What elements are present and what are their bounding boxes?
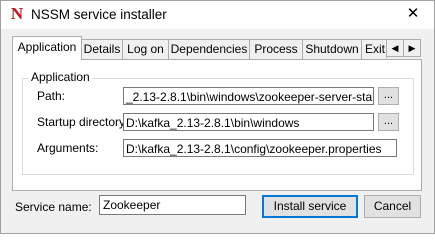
tab-process[interactable]: Process [249,39,303,59]
application-tab-panel: Application Path: _2.13-2.8.1\bin\window… [12,59,422,191]
tab-exit[interactable]: Exit [361,39,387,58]
arguments-input[interactable]: D:\kafka_2.13-2.8.1\config\zookeeper.pro… [123,139,397,157]
tab-shutdown[interactable]: Shutdown [302,39,362,59]
service-name-input[interactable]: Zookeeper [99,195,246,215]
tab-log-on[interactable]: Log on [122,39,169,59]
service-name-label: Service name: [15,200,92,214]
scroll-left-icon[interactable]: ◀ [386,39,404,57]
scroll-right-icon[interactable]: ▶ [403,39,421,57]
close-icon[interactable]: ✕ [396,1,430,27]
path-browse-button[interactable]: ... [378,87,399,105]
path-label: Path: [37,89,66,103]
dialog-body: Application Details Log on Dependencies … [1,29,434,233]
cancel-button[interactable]: Cancel [364,195,421,218]
path-input[interactable]: _2.13-2.8.1\bin\windows\zookeeper-server… [123,87,374,105]
tab-details[interactable]: Details [81,39,123,59]
tab-dependencies[interactable]: Dependencies [168,39,250,59]
tab-scroll-buttons: ◀ ▶ [386,39,421,57]
title-bar[interactable]: N NSSM service installer ✕ [1,1,434,29]
startup-directory-input[interactable]: D:\kafka_2.13-2.8.1\bin\windows [123,113,374,131]
application-group-title: Application [29,70,92,84]
nssm-app-icon: N [10,4,24,23]
window-title: NSSM service installer [31,7,167,22]
arguments-label: Arguments: [37,141,99,155]
install-service-button[interactable]: Install service [262,195,358,218]
startup-directory-browse-button[interactable]: ... [378,113,399,131]
tab-application[interactable]: Application [12,36,82,60]
nssm-installer-window: N NSSM service installer ✕ Application D… [0,0,435,234]
startup-directory-label: Startup directory: [37,115,129,129]
